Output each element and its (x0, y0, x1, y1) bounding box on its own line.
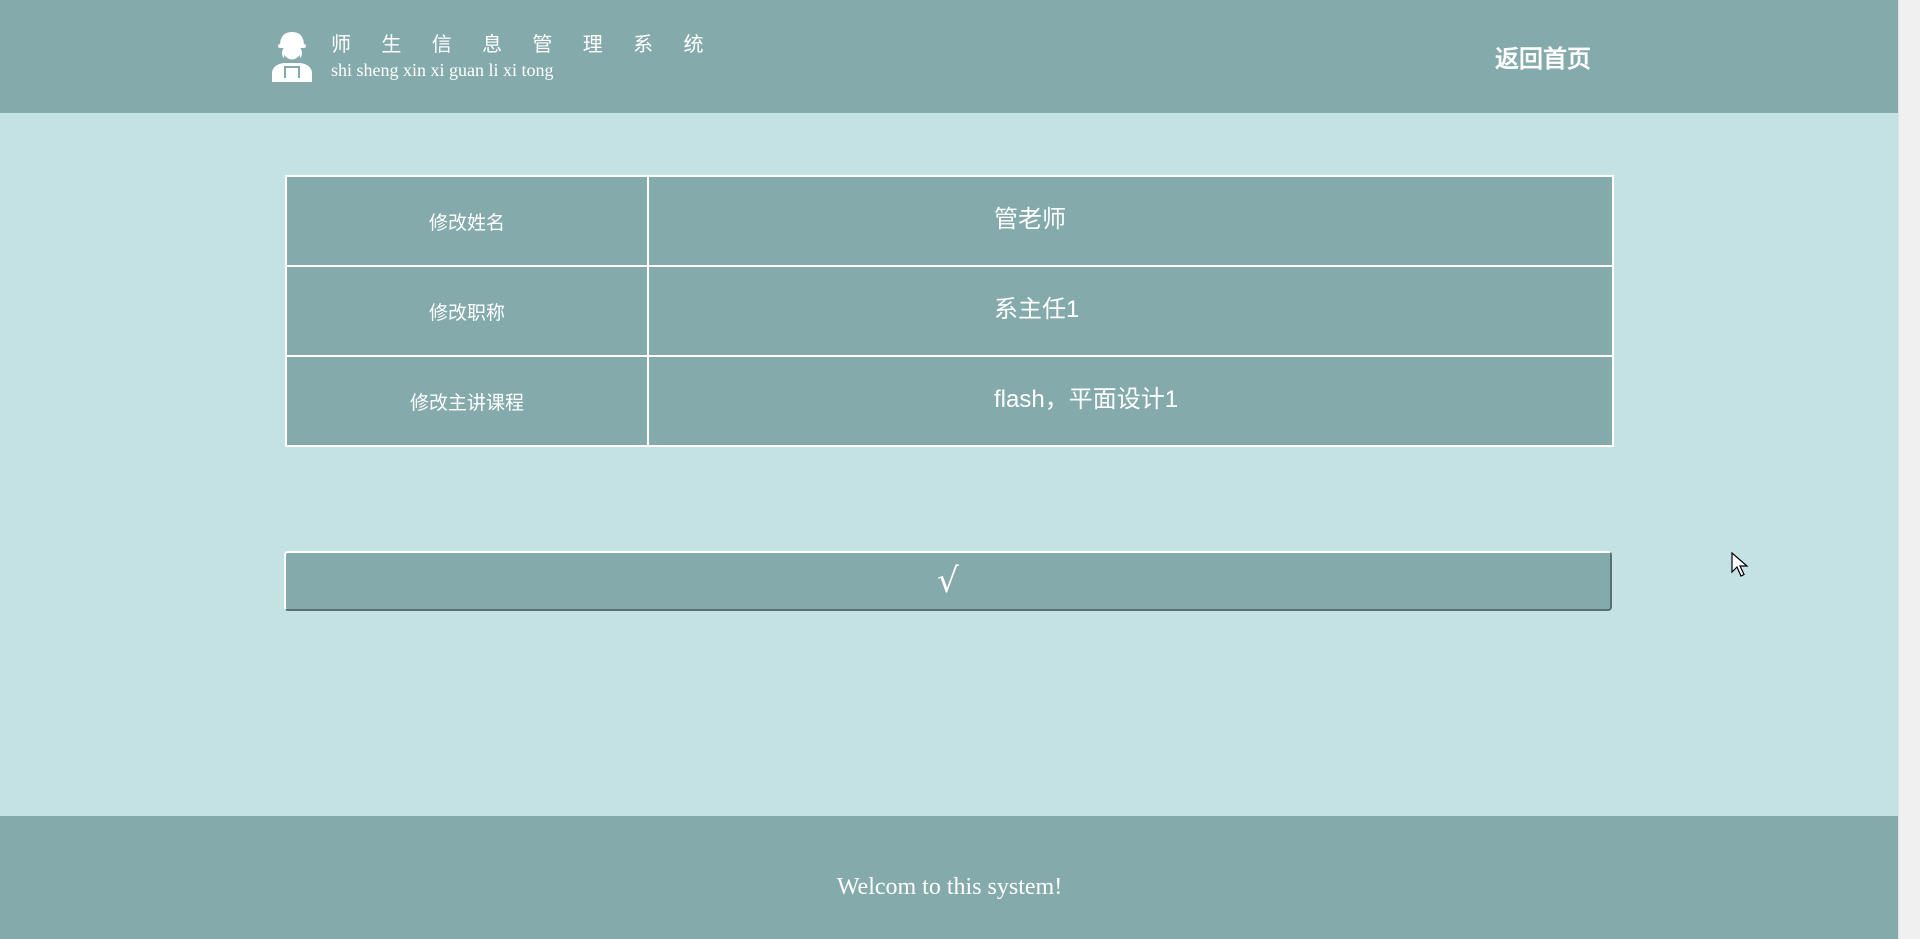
app-subtitle: shi sheng xin xi guan li xi tong (331, 60, 554, 80)
course-input[interactable] (649, 357, 1612, 445)
footer-text: Welcom to this system! (836, 874, 1063, 900)
worker-avatar-icon (272, 32, 312, 82)
header-bar: 师 生 信 息 管 理 系 统 shi sheng xin xi guan li… (0, 0, 1899, 113)
vertical-scrollbar[interactable] (1898, 0, 1920, 939)
course-field-cell (647, 355, 1614, 447)
course-label: 修改主讲课程 (285, 355, 649, 447)
form-row-title: 修改职称 (285, 265, 1614, 357)
home-link[interactable]: 返回首页 (1495, 39, 1591, 74)
page: 师 生 信 息 管 理 系 统 shi sheng xin xi guan li… (0, 0, 1920, 939)
submit-button[interactable]: √ (284, 551, 1612, 611)
name-field-cell (647, 175, 1614, 267)
footer-bar: Welcom to this system! (0, 816, 1899, 939)
name-label: 修改姓名 (285, 175, 649, 267)
edit-teacher-form: 修改姓名 修改职称 修改主讲课程 (285, 175, 1614, 447)
name-input[interactable] (649, 177, 1612, 265)
mouse-cursor-icon (1731, 552, 1749, 577)
title-field-cell (647, 265, 1614, 357)
form-row-course: 修改主讲课程 (285, 355, 1614, 447)
app-title: 师 生 信 息 管 理 系 统 (331, 32, 716, 56)
title-label: 修改职称 (285, 265, 649, 357)
form-row-name: 修改姓名 (285, 175, 1614, 267)
title-input[interactable] (649, 267, 1612, 355)
